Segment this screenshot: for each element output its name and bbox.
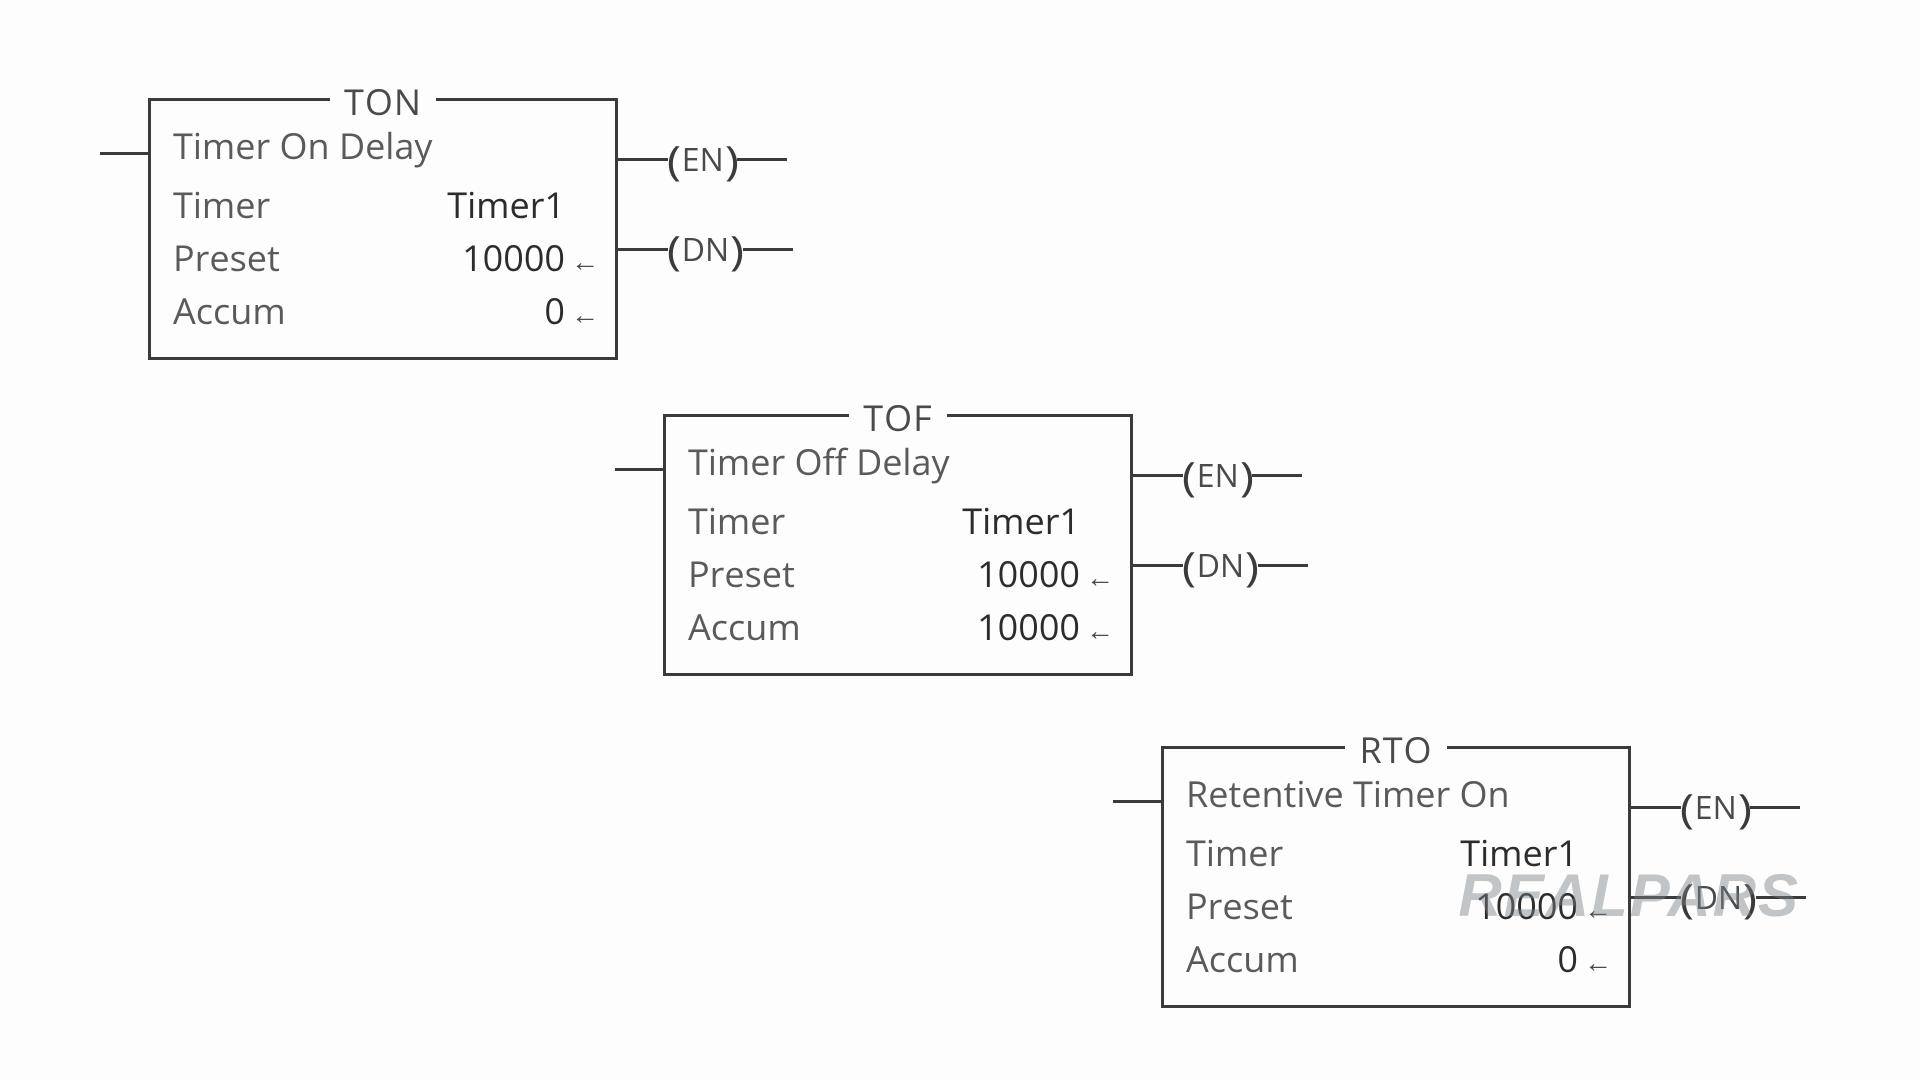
ton-preset-value: 10000 xyxy=(435,233,565,282)
ton-accum-label: Accum xyxy=(173,286,435,335)
arrow-icon: ← xyxy=(1086,558,1108,596)
rto-block: RTO Retentive Timer On Timer Timer1 Pres… xyxy=(1161,746,1631,1008)
tof-preset-row: Preset 10000 ← xyxy=(688,549,1108,598)
tof-timer-label: Timer xyxy=(688,496,950,545)
dn-coil-icon: (DN) xyxy=(1183,544,1258,587)
rto-input-wire xyxy=(1113,800,1161,803)
rto-dn-output: (DN) xyxy=(1631,876,1806,919)
tof-code: TOF xyxy=(849,393,946,442)
en-coil-icon: (EN) xyxy=(1183,454,1252,497)
tof-timer-value: Timer1 xyxy=(950,496,1080,545)
rto-subtitle: Retentive Timer On xyxy=(1186,769,1606,818)
arrow-icon: ← xyxy=(571,295,593,333)
ton-en-output: (EN) xyxy=(618,138,787,181)
tof-preset-label: Preset xyxy=(688,549,950,598)
rto-code: RTO xyxy=(1345,725,1446,774)
ton-accum-value: 0 xyxy=(435,286,565,335)
en-coil-icon: (EN) xyxy=(1681,786,1750,829)
tof-preset-value: 10000 xyxy=(950,549,1080,598)
tof-en-output: (EN) xyxy=(1133,454,1302,497)
tof-subtitle: Timer Off Delay xyxy=(688,437,1108,486)
ton-dn-output: (DN) xyxy=(618,228,793,271)
rto-timer-value: Timer1 xyxy=(1448,828,1578,877)
ton-block: TON Timer On Delay Timer Timer1 Preset 1… xyxy=(148,98,618,360)
rto-preset-label: Preset xyxy=(1186,881,1448,930)
rto-en-output: (EN) xyxy=(1631,786,1800,829)
ton-timer-value: Timer1 xyxy=(435,180,565,229)
rto-preset-row: Preset 10000 ← xyxy=(1186,881,1606,930)
dn-coil-icon: (DN) xyxy=(668,228,743,271)
tof-accum-value: 10000 xyxy=(950,602,1080,651)
tof-input-wire xyxy=(615,468,663,471)
ton-accum-row: Accum 0 ← xyxy=(173,286,593,335)
rto-accum-label: Accum xyxy=(1186,934,1448,983)
rto-accum-value: 0 xyxy=(1448,934,1578,983)
ton-code: TON xyxy=(330,77,436,126)
ton-timer-label: Timer xyxy=(173,180,435,229)
ton-input-wire xyxy=(100,152,148,155)
ton-preset-row: Preset 10000 ← xyxy=(173,233,593,282)
tof-block: TOF Timer Off Delay Timer Timer1 Preset … xyxy=(663,414,1133,676)
dn-coil-icon: (DN) xyxy=(1681,876,1756,919)
arrow-icon: ← xyxy=(1086,611,1108,649)
ton-preset-label: Preset xyxy=(173,233,435,282)
arrow-icon: ← xyxy=(1584,890,1606,928)
arrow-icon: ← xyxy=(1584,943,1606,981)
arrow-icon: ← xyxy=(571,242,593,280)
en-coil-icon: (EN) xyxy=(668,138,737,181)
rto-preset-value: 10000 xyxy=(1448,881,1578,930)
tof-accum-label: Accum xyxy=(688,602,950,651)
ton-timer-row: Timer Timer1 xyxy=(173,180,593,229)
tof-accum-row: Accum 10000 ← xyxy=(688,602,1108,651)
tof-timer-row: Timer Timer1 xyxy=(688,496,1108,545)
ton-subtitle: Timer On Delay xyxy=(173,121,593,170)
rto-timer-label: Timer xyxy=(1186,828,1448,877)
tof-dn-output: (DN) xyxy=(1133,544,1308,587)
rto-accum-row: Accum 0 ← xyxy=(1186,934,1606,983)
rto-timer-row: Timer Timer1 xyxy=(1186,828,1606,877)
